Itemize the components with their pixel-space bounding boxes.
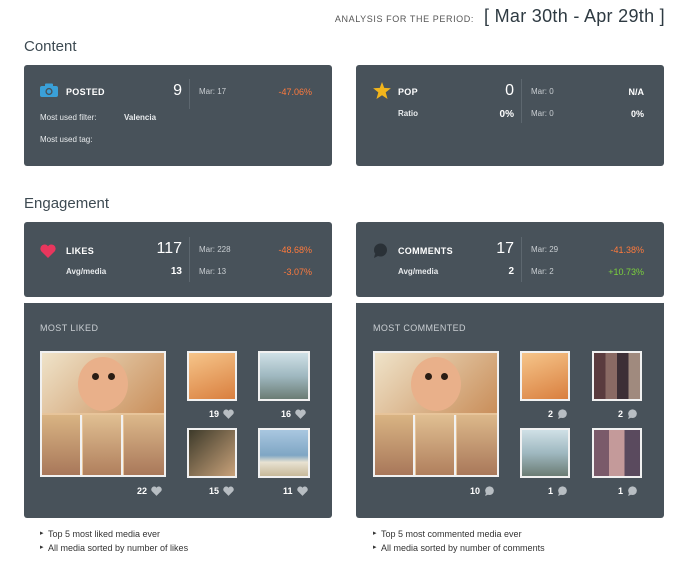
filter-label: Most used filter: — [40, 113, 97, 122]
section-title-engagement: Engagement — [24, 195, 110, 212]
heart-icon — [296, 486, 308, 496]
pop-label: POP — [398, 87, 418, 97]
likes-card: LIKES 117 Mar: 228 -48.68% Avg/media 13 … — [24, 222, 332, 297]
comment-count-value: 2 — [618, 409, 624, 419]
like-count-value: 15 — [209, 486, 220, 496]
likes-avg-value: 13 — [170, 266, 182, 277]
comment-bubble-icon — [558, 486, 567, 496]
likes-avg-prev: Mar: 13 — [199, 267, 227, 276]
comment-count-value: 1 — [618, 486, 624, 496]
like-count-value: 11 — [283, 486, 293, 496]
posted-prev: Mar: 17 — [199, 87, 227, 96]
period-label: ANALYSIS FOR THE PERIOD: — [334, 14, 474, 24]
likes-label: LIKES — [66, 246, 95, 256]
comment-count-value: 10 — [470, 486, 481, 496]
like-count-value: 22 — [137, 486, 148, 496]
likes-avg-label: Avg/media — [66, 267, 107, 276]
media-thumbnail[interactable] — [187, 351, 237, 401]
posted-label: POSTED — [66, 87, 105, 97]
most-liked-title: MOST LIKED — [40, 323, 99, 333]
comment-count: 1 — [618, 486, 638, 496]
most-liked-panel: MOST LIKED 22 19 16 15 11 — [24, 300, 332, 518]
likes-avg-change: -3.07% — [283, 267, 312, 277]
heart-icon — [151, 486, 162, 496]
divider — [521, 79, 522, 123]
likes-value: 117 — [156, 240, 182, 257]
most-commented-panel: MOST COMMENTED 10 2 2 1 1 — [356, 300, 664, 518]
like-count: 19 — [209, 409, 234, 419]
note-item: All media sorted by number of comments — [373, 541, 545, 555]
period-range[interactable]: [ Mar 30th - Apr 29th ] — [484, 6, 665, 27]
like-count: 16 — [281, 409, 306, 419]
heart-icon — [223, 409, 234, 419]
comments-avg-label: Avg/media — [398, 267, 439, 276]
like-count-value: 19 — [209, 409, 220, 419]
comment-bubble-icon — [374, 243, 387, 258]
comment-bubble-icon — [628, 409, 637, 419]
comment-bubble-icon — [485, 486, 494, 496]
notes-commented: Top 5 most commented media ever All medi… — [373, 527, 545, 555]
pop-value: 0 — [505, 82, 514, 99]
period-header: ANALYSIS FOR THE PERIOD: [ Mar 30th - Ap… — [335, 6, 665, 27]
divider — [189, 237, 190, 282]
note-item: Top 5 most liked media ever — [40, 527, 188, 541]
media-thumbnail[interactable] — [592, 428, 642, 478]
comments-avg-value: 2 — [508, 266, 514, 277]
note-item: All media sorted by number of likes — [40, 541, 188, 555]
star-icon — [373, 82, 391, 99]
media-thumbnail[interactable] — [258, 351, 310, 401]
like-count: 11 — [283, 486, 308, 496]
comment-bubble-icon — [628, 486, 637, 496]
comments-value: 17 — [496, 240, 514, 257]
posted-change: -47.06% — [278, 87, 312, 97]
section-title-content: Content — [24, 38, 77, 55]
heart-icon — [223, 486, 234, 496]
like-count: 22 — [137, 486, 162, 496]
tag-label: Most used tag: — [40, 135, 93, 144]
media-thumbnail[interactable] — [592, 351, 642, 401]
camera-icon — [40, 83, 58, 97]
like-count-value: 16 — [281, 409, 292, 419]
comment-count: 10 — [470, 486, 495, 496]
likes-change: -48.68% — [278, 245, 312, 255]
likes-prev: Mar: 228 — [199, 245, 231, 254]
note-item: Top 5 most commented media ever — [373, 527, 545, 541]
media-thumbnail[interactable] — [373, 351, 499, 477]
posted-value: 9 — [173, 82, 182, 99]
media-thumbnail[interactable] — [40, 351, 166, 477]
posted-card: POSTED 9 Mar: 17 -47.06% Most used filte… — [24, 65, 332, 166]
comments-label: COMMENTS — [398, 246, 453, 256]
comments-avg-prev: Mar: 2 — [531, 267, 554, 276]
comments-avg-change: +10.73% — [608, 267, 644, 277]
comment-count-value: 2 — [548, 409, 554, 419]
comment-count: 2 — [618, 409, 638, 419]
divider — [189, 79, 190, 109]
ratio-value: 0% — [499, 109, 514, 120]
ratio-label: Ratio — [398, 109, 418, 118]
heart-icon — [40, 244, 56, 258]
most-commented-title: MOST COMMENTED — [373, 323, 466, 333]
comment-bubble-icon — [558, 409, 567, 419]
pop-prev: Mar: 0 — [531, 87, 554, 96]
heart-icon — [295, 409, 306, 419]
comments-card: COMMENTS 17 Mar: 29 -41.38% Avg/media 2 … — [356, 222, 664, 297]
comments-change: -41.38% — [610, 245, 644, 255]
like-count: 15 — [209, 486, 234, 496]
ratio-change: 0% — [630, 109, 644, 119]
comment-count: 1 — [548, 486, 568, 496]
ratio-prev: Mar: 0 — [531, 109, 554, 118]
media-thumbnail[interactable] — [520, 351, 570, 401]
media-thumbnail[interactable] — [258, 428, 310, 478]
comments-prev: Mar: 29 — [531, 245, 559, 254]
comment-count-value: 1 — [548, 486, 554, 496]
filter-value: Valencia — [124, 113, 157, 122]
divider — [521, 237, 522, 282]
comment-count: 2 — [548, 409, 568, 419]
pop-card: POP 0 Mar: 0 N/A Ratio 0% Mar: 0 0% — [356, 65, 664, 166]
media-thumbnail[interactable] — [520, 428, 570, 478]
notes-liked: Top 5 most liked media ever All media so… — [40, 527, 188, 555]
media-thumbnail[interactable] — [187, 428, 237, 478]
pop-change: N/A — [628, 87, 645, 97]
